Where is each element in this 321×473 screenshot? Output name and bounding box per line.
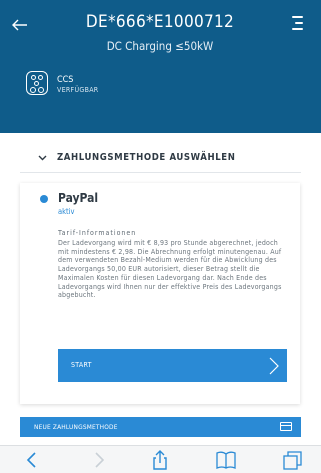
tarif-text: Der Ladevorgang wird mit € 8,93 pro Stun…	[58, 239, 282, 300]
connector-type: CCS	[57, 75, 74, 85]
share-icon[interactable]	[148, 450, 172, 470]
start-label: START	[71, 361, 92, 369]
back-arrow-icon[interactable]	[7, 12, 33, 38]
chevron-down-icon	[37, 152, 48, 166]
new-payment-method-button[interactable]: NEUE ZAHLUNGSMETHODE	[20, 417, 301, 437]
menu-icon[interactable]	[285, 15, 303, 31]
payment-method-section-toggle[interactable]: ZAHLUNGSMETHODE AUSWÄHLEN	[20, 145, 301, 173]
station-id: DE*666*E1000712	[85, 12, 235, 32]
start-button[interactable]: START	[58, 349, 287, 382]
back-icon[interactable]	[20, 450, 44, 470]
browser-toolbar	[0, 445, 321, 473]
tarif-title: Tarif-Informationen	[58, 229, 137, 237]
chevron-right-icon	[268, 357, 280, 375]
tabs-icon[interactable]	[281, 450, 305, 470]
charging-type: DC Charging ≤50kW	[106, 39, 214, 53]
ccs-plug-icon	[26, 71, 48, 95]
payment-method-name: PayPal	[58, 191, 99, 205]
payment-method-status: aktiv	[58, 207, 75, 216]
payment-method-card[interactable]: PayPal aktiv Tarif-Informationen Der Lad…	[20, 183, 300, 404]
selected-indicator-icon	[40, 195, 48, 203]
section-title: ZAHLUNGSMETHODE AUSWÄHLEN	[57, 152, 236, 163]
credit-card-icon	[280, 422, 292, 431]
new-payment-method-label: NEUE ZAHLUNGSMETHODE	[34, 423, 118, 431]
forward-icon[interactable]	[87, 450, 111, 470]
connector-status: VERFÜGBAR	[57, 86, 99, 94]
station-header: DE*666*E1000712 DC Charging ≤50kW CCS VE…	[0, 0, 321, 133]
bookmarks-icon[interactable]	[214, 450, 238, 470]
